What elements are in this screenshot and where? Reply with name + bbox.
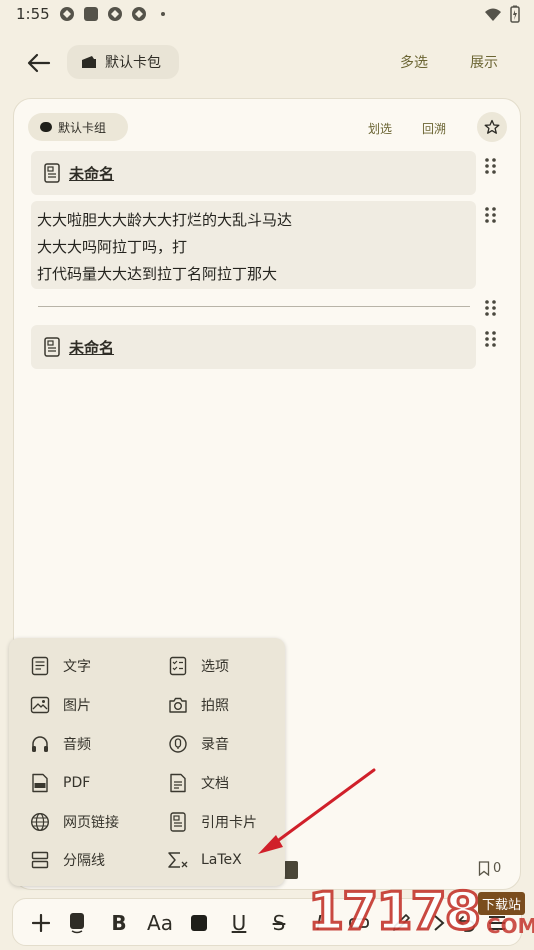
arrow-left-icon [27,53,51,73]
block-title[interactable]: 未命名 [69,337,114,358]
site-watermark: 17178 下载站 COM [307,872,534,950]
globe-icon [29,811,51,833]
square-notification-icon [82,5,99,22]
pdf-icon [29,772,51,794]
menu-item-label: 图片 [63,698,91,714]
battery-icon [510,5,520,27]
watermark-digits: 17178 [307,881,483,944]
watermark-domain: COM [486,914,534,938]
menu-item-label: 拍照 [201,698,229,714]
menu-item-label: 录音 [201,737,229,753]
star-icon [484,119,500,134]
back-button[interactable] [24,48,54,78]
plus-icon [32,914,50,932]
menu-item-weblink[interactable]: 网页链接 [29,809,119,835]
text-doc-icon [29,655,51,677]
card-block-reference[interactable]: 未命名 [31,151,476,195]
strikethrough-button[interactable]: S [265,909,293,937]
font-size-button[interactable]: Aa [143,909,177,937]
menu-item-record[interactable]: 录音 [167,731,229,757]
quote-card-icon [44,337,60,357]
app-notification-icon [58,5,75,22]
menu-item-latex[interactable]: LaTeX [167,847,242,873]
menu-item-camera[interactable]: 拍照 [167,692,229,718]
menu-item-divider[interactable]: 分隔线 [29,847,105,873]
menu-item-quote-card[interactable]: 引用卡片 [167,809,257,835]
menu-item-document[interactable]: 文档 [167,770,229,796]
color-square-icon [191,915,207,931]
status-bar: 1:55 [0,0,534,30]
drag-handle-icon[interactable] [484,157,498,175]
app-notification-icon [130,5,147,22]
menu-item-label: 文档 [201,776,229,792]
text-line[interactable]: 大大大吗阿拉丁吗，打 [37,234,470,261]
block-title[interactable]: 未命名 [69,163,114,184]
menu-item-pdf[interactable]: PDF [29,770,90,796]
menu-item-label: 音频 [63,737,91,753]
text-color-button[interactable] [185,909,213,937]
card-style-button[interactable] [63,909,91,937]
annotation-arrow-icon [258,768,376,854]
camera-icon [167,694,189,716]
favorite-button[interactable] [477,112,507,142]
menu-item-audio[interactable]: 音频 [29,731,91,757]
wallet-icon [82,56,96,68]
cross-select-button[interactable]: 划选 [368,120,392,137]
app-header: 默认卡包 多选 展示 [0,40,534,86]
display-button[interactable]: 展示 [470,52,498,72]
menu-item-label: 引用卡片 [201,815,257,831]
text-line[interactable]: 打代码量大大达到拉丁名阿拉丁那大 [37,261,470,288]
card-block-reference[interactable]: 未命名 [31,325,476,369]
menu-item-label: 分隔线 [63,853,105,869]
sigma-icon [167,849,189,871]
partially-hidden-icon [284,861,298,879]
multi-select-button[interactable]: 多选 [400,52,428,72]
drag-handle-icon[interactable] [484,299,498,317]
quote-card-icon [44,163,60,183]
drag-handle-icon[interactable] [484,330,498,348]
drag-handle-icon[interactable] [484,206,498,224]
card-block-text[interactable]: 大大啦胆大大龄大大打烂的大乱斗马达 大大大吗阿拉丁吗，打 打代码量大大达到拉丁名… [31,201,476,289]
menu-item-label: PDF [63,775,91,791]
status-notification-icons [58,5,171,22]
checklist-icon [167,655,189,677]
menu-item-image[interactable]: 图片 [29,692,91,718]
trace-back-button[interactable]: 回溯 [422,120,446,137]
wallet-label: 默认卡包 [105,55,161,71]
bold-button[interactable]: B [105,909,133,937]
menu-item-label: LaTeX [201,852,242,868]
menu-item-label: 选项 [201,659,229,675]
group-label: 默认卡组 [58,120,107,135]
menu-item-text[interactable]: 文字 [29,653,91,679]
menu-item-label: 网页链接 [63,815,119,831]
card-block-divider[interactable] [38,306,470,307]
card-style-icon [70,913,84,934]
headphones-icon [29,733,51,755]
insert-block-menu: 文字 选项 图片 拍照 音频 录音 PDF 文档 网页链接 引用卡片 分隔线 L… [9,638,285,886]
status-system-icons [484,5,520,27]
more-dot-icon [154,5,171,22]
wifi-icon [484,7,502,26]
divider-icon [29,849,51,871]
group-dot-icon [40,122,52,132]
add-button[interactable] [27,909,55,937]
card-group-selector[interactable]: 默认卡组 [28,113,128,141]
image-icon [29,694,51,716]
document-icon [167,772,189,794]
text-line[interactable]: 大大啦胆大大龄大大打烂的大乱斗马达 [37,207,470,234]
menu-item-options[interactable]: 选项 [167,653,229,679]
underline-button[interactable]: U [225,909,253,937]
microphone-icon [167,733,189,755]
menu-item-label: 文字 [63,659,91,675]
app-notification-icon [106,5,123,22]
watermark-tag: 下载站 [478,892,526,915]
status-time: 1:55 [16,5,50,23]
quote-card-icon [167,811,189,833]
wallet-selector[interactable]: 默认卡包 [67,45,179,79]
